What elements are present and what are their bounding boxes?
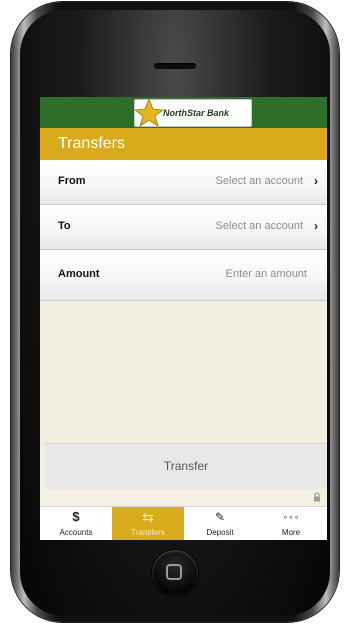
star-icon — [134, 98, 164, 127]
page-title: Transfers — [58, 135, 125, 152]
tab-accounts-label: Accounts — [59, 528, 93, 537]
home-square-icon — [166, 564, 182, 580]
tab-more[interactable]: ∘∘∘ More — [255, 507, 327, 540]
amount-label: Amount — [58, 268, 100, 280]
brand-logo: NorthStar Bank — [134, 98, 252, 127]
tab-accounts[interactable]: $ Accounts — [40, 507, 112, 540]
tab-deposit-label: Deposit — [206, 528, 234, 537]
phone-speaker — [154, 63, 196, 69]
to-label: To — [58, 220, 71, 232]
transfer-arrows-icon: ⇆ — [142, 509, 154, 525]
transfer-button[interactable]: Transfer — [45, 443, 327, 489]
lock-icon — [314, 492, 320, 502]
tab-deposit[interactable]: ✎ Deposit — [184, 507, 256, 540]
from-label: From — [58, 175, 86, 187]
content-area — [40, 301, 327, 443]
tab-transfers-label: Transfers — [131, 528, 165, 537]
from-account-row[interactable]: From Select an account › — [40, 160, 327, 205]
app-header: NorthStar Bank — [40, 97, 327, 128]
brand-name: NorthStar Bank — [163, 108, 230, 118]
to-account-value: Select an account — [215, 220, 303, 232]
amount-input[interactable]: Enter an amount — [226, 268, 307, 280]
tab-transfers[interactable]: ⇆ Transfers — [112, 507, 184, 540]
check-deposit-icon: ✎ — [214, 510, 226, 524]
from-account-value: Select an account — [215, 175, 303, 187]
amount-row[interactable]: Amount Enter an amount — [40, 250, 327, 301]
title-bar: Transfers — [40, 128, 327, 160]
to-account-row[interactable]: To Select an account › — [40, 205, 327, 250]
tab-bar: $ Accounts ⇆ Transfers ✎ Deposit ∘∘∘ Mor… — [40, 506, 327, 540]
tab-more-label: More — [281, 528, 301, 537]
app-screen: NorthStar Bank Transfers From Select an … — [40, 97, 327, 540]
chevron-right-icon: › — [314, 174, 318, 188]
dollar-icon: $ — [72, 509, 80, 524]
home-button[interactable] — [152, 550, 198, 596]
chevron-right-icon: › — [314, 219, 318, 233]
more-dots-icon: ∘∘∘ — [282, 512, 300, 522]
transfer-button-label: Transfer — [163, 459, 209, 473]
